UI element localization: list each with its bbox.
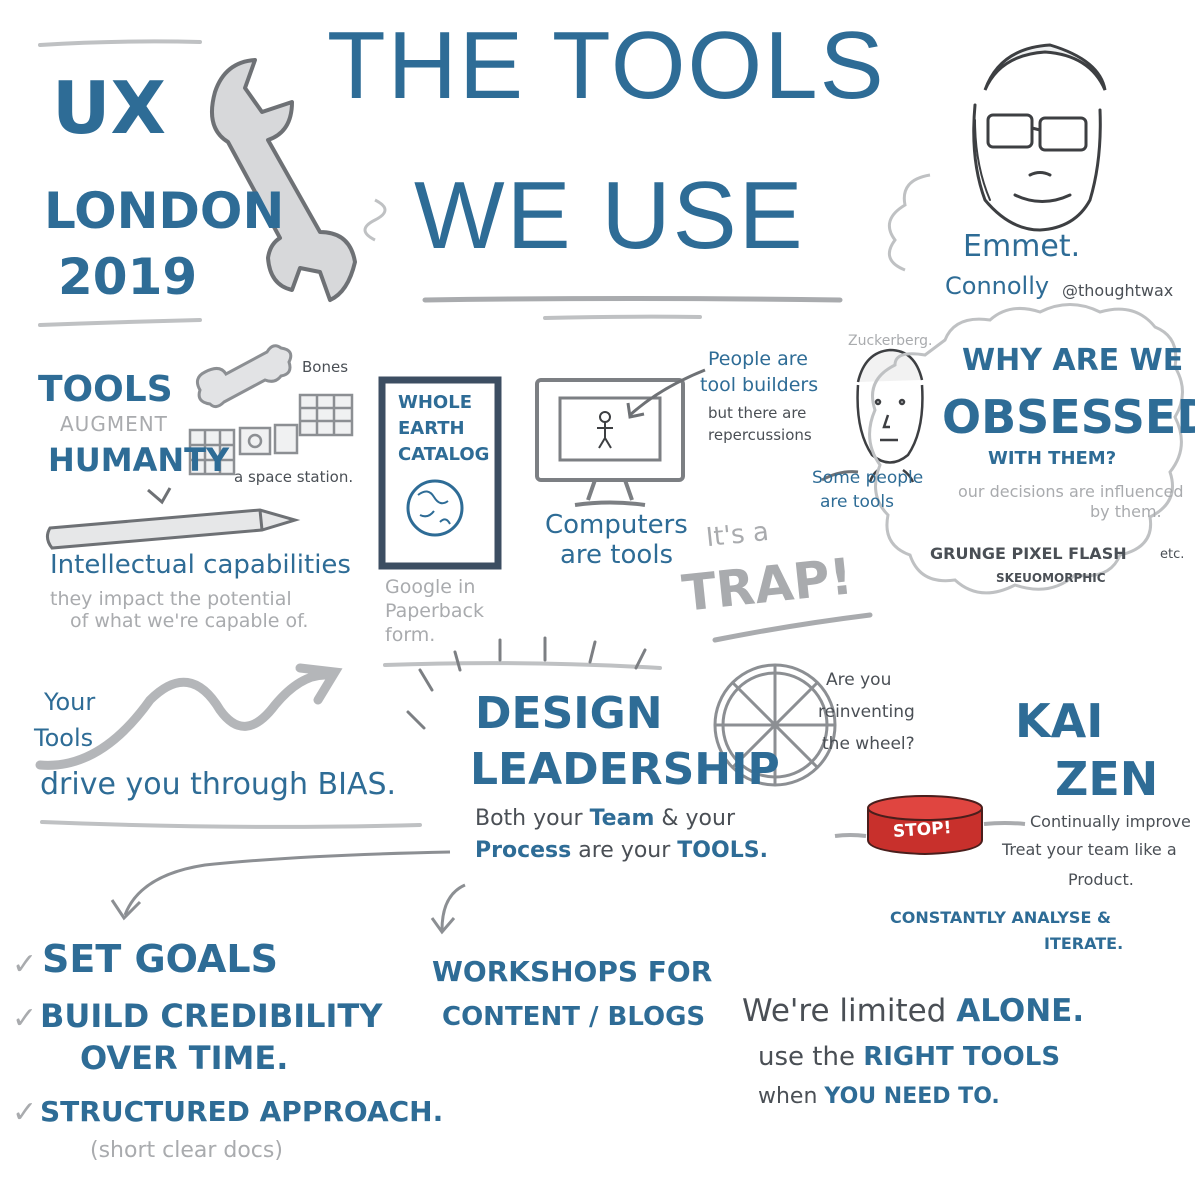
leadership-sub-1a: Both your (475, 806, 583, 831)
bone-icon (195, 344, 293, 409)
alone-1b: ALONE. (956, 993, 1085, 1029)
alone-1a: We're limited (742, 993, 947, 1029)
bias-your: Your (44, 688, 96, 716)
leadership-sub-1b: Team (589, 806, 655, 831)
styles-line1: GRUNGE PIXEL FLASH (930, 544, 1127, 563)
catalog-caption-line3: form. (385, 624, 436, 646)
alone-line1: We're limited ALONE. (742, 996, 1084, 1027)
leadership-line2: LEADERSHIP (470, 744, 780, 795)
styles-line2: SKEUOMORPHIC (996, 571, 1106, 585)
impact-line2: of what we're capable of. (70, 610, 309, 632)
kaizen-treat: Treat your team like a (1002, 840, 1177, 859)
leadership-sub-line2: Process are your TOOLS. (475, 840, 768, 862)
kaizen-analyse-line2: ITERATE. (1044, 934, 1124, 953)
event-name-london: LONDON (44, 182, 285, 240)
speaker-last-name: Connolly (945, 272, 1050, 300)
check-icon: ✓ (12, 1001, 38, 1036)
catalog-caption-line1: Google in (385, 576, 476, 598)
people-tools-line1: Some people (812, 468, 924, 488)
goal-credibility-line1: BUILD CREDIBILITY (40, 997, 383, 1035)
catalog-title-line2: EARTH (398, 418, 465, 439)
alone-2a: use the (758, 1042, 855, 1072)
catalog-title-line3: CATALOG (398, 444, 490, 465)
leadership-line1: DESIGN (475, 688, 663, 739)
wheel-line1: Are you (826, 670, 892, 690)
alone-line3: when YOU NEED TO. (758, 1086, 1000, 1108)
alone-3a: when (758, 1084, 818, 1109)
speaker-handle: @thoughtwax (1062, 281, 1174, 300)
humanity-label: HUMANTY (48, 441, 230, 479)
trap-line1: It's a (704, 516, 771, 554)
stop-label: STOP! (892, 817, 953, 843)
builders-line3: but there are (708, 404, 807, 422)
computers-label-line1: Computers (545, 510, 688, 540)
obsessed-sub-line2: by them. (1090, 502, 1162, 521)
catalog-title-line1: WHOLE (398, 392, 472, 413)
bias-drive: drive you through BIAS. (40, 767, 397, 802)
goal-credibility-line2: OVER TIME. (80, 1039, 289, 1077)
augment-label: AUGMENT (60, 412, 168, 436)
kaizen-analyse-line1: CONSTANTLY ANALYSE & (890, 908, 1111, 927)
alone-line2: use the RIGHT TOOLS (758, 1044, 1060, 1070)
builders-line4: repercussions (708, 426, 812, 444)
impact-line1: they impact the potential (50, 588, 292, 610)
kaizen-improve: Continually improve (1030, 812, 1191, 831)
obsessed-line3: WITH THEM? (988, 448, 1117, 469)
obsessed-sub-line1: our decisions are influenced (958, 482, 1184, 501)
speaker-first-name: Emmet. (963, 229, 1081, 264)
leadership-sub-2a: Process (475, 838, 572, 863)
kaizen-line2: ZEN (1055, 752, 1159, 806)
event-name-ux: UX (52, 66, 166, 150)
people-tools-line2: are tools (820, 492, 894, 512)
goal-structured: STRUCTURED APPROACH. (40, 1095, 444, 1128)
leadership-sub-2b: are your (578, 838, 671, 863)
goal-set-goals: SET GOALS (42, 937, 278, 981)
kaizen-line1: KAI (1015, 694, 1104, 748)
wheel-line3: the wheel? (822, 734, 915, 754)
tools-heading: TOOLS (38, 369, 173, 410)
catalog-caption-line2: Paperback (385, 600, 484, 622)
leadership-sub-line1: Both your Team & your (475, 808, 735, 830)
space-station-label: a space station. (234, 468, 354, 486)
speaker-portrait-icon (972, 43, 1107, 232)
obsessed-line2: OBSESSED (942, 390, 1195, 444)
leadership-sub-1c: & your (661, 806, 735, 831)
pencil-icon (45, 508, 301, 550)
obsessed-line1: WHY ARE WE (962, 343, 1184, 378)
page-title-line2: WE USE (414, 162, 805, 269)
computers-label-line2: are tools (560, 540, 674, 570)
workshops-line2: CONTENT / BLOGS (442, 1002, 706, 1032)
bias-tools: Tools (34, 724, 94, 752)
alone-2b: RIGHT TOOLS (863, 1042, 1061, 1072)
computer-monitor-icon (535, 378, 685, 507)
intellectual-label: Intellectual capabilities (50, 550, 351, 580)
zuckerberg-portrait-icon (856, 348, 924, 483)
alone-3b: YOU NEED TO. (824, 1084, 1000, 1109)
styles-etc: etc. (1160, 547, 1185, 562)
goal-structured-note: (short clear docs) (90, 1138, 283, 1163)
page-title-line1: THE TOOLS (327, 12, 886, 119)
workshops-line1: WORKSHOPS FOR (432, 955, 713, 988)
wheel-line2: reinventing (818, 702, 915, 722)
builders-line1: People are (708, 348, 808, 370)
check-icon: ✓ (12, 1095, 38, 1130)
kaizen-product: Product. (1068, 870, 1134, 889)
leadership-sub-2c: TOOLS. (677, 838, 768, 863)
event-year: 2019 (58, 248, 198, 306)
builders-line2: tool builders (700, 374, 819, 396)
zuckerberg-label: Zuckerberg. (848, 333, 933, 349)
bones-label: Bones (302, 358, 349, 376)
check-icon: ✓ (12, 947, 38, 982)
